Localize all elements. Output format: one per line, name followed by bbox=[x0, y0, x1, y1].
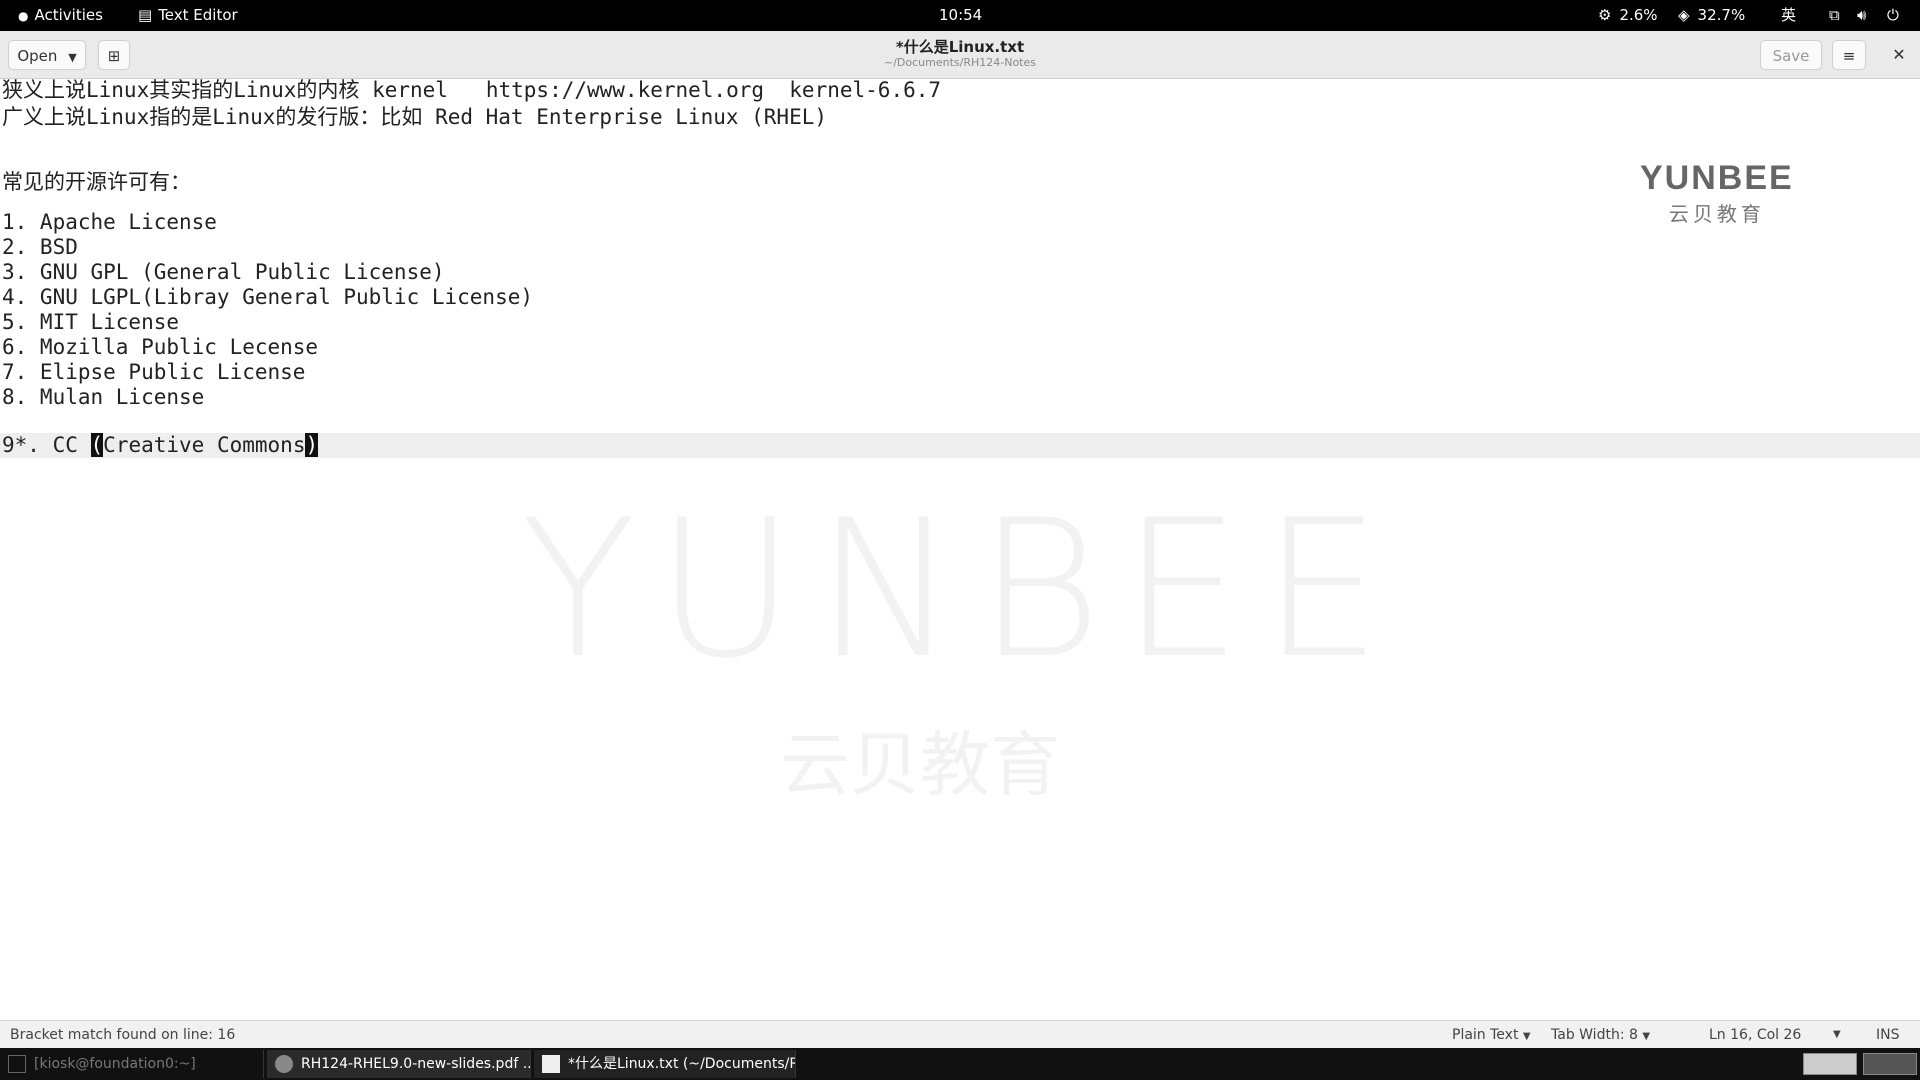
cpu-indicator[interactable]: ⚙ 2.6% bbox=[1598, 0, 1658, 31]
editor-line: 广义上说Linux指的是Linux的发行版：比如 Red Hat Enterpr… bbox=[2, 105, 828, 129]
line-middle: Creative Commons bbox=[103, 433, 306, 457]
save-button[interactable]: Save bbox=[1760, 40, 1822, 70]
document-title: *什么是Linux.txt bbox=[895, 38, 1025, 56]
task-label: RH124-RHEL9.0-new-slides.pdf ... bbox=[301, 1056, 531, 1072]
document-path: ~/Documents/RH124-Notes bbox=[884, 56, 1036, 69]
activities-button[interactable]: ● Activities bbox=[18, 0, 103, 31]
terminal-icon bbox=[8, 1055, 26, 1073]
close-icon: ✕ bbox=[1892, 45, 1906, 64]
activities-label: Activities bbox=[34, 6, 103, 24]
status-message: Bracket match found on line: 16 bbox=[10, 1027, 236, 1043]
memory-value: 32.7% bbox=[1697, 6, 1746, 24]
network-icon[interactable]: ⧉ bbox=[1829, 0, 1840, 31]
volume-icon[interactable]: 🔊︎ bbox=[1857, 0, 1866, 31]
open-button[interactable]: Open ▼ bbox=[8, 40, 86, 70]
editor-line: 8. Mulan License bbox=[2, 385, 205, 409]
close-button[interactable]: ✕ bbox=[1884, 40, 1914, 70]
chevron-down-icon: ▼ bbox=[1522, 1031, 1531, 1042]
editor-line: 3. GNU GPL (General Public License) bbox=[2, 260, 445, 284]
memory-icon: ◈ bbox=[1678, 6, 1690, 24]
watermark-cn-text: 云贝教育 bbox=[780, 724, 1060, 806]
task-label: *什么是Linux.txt (~/Documents/R... bbox=[568, 1056, 796, 1072]
chevron-down-icon: ▼ bbox=[68, 51, 77, 64]
editor-line: 1. Apache License bbox=[2, 210, 217, 234]
header-bar: Open ▼ ⊞ *什么是Linux.txt ~/Documents/RH124… bbox=[0, 31, 1920, 79]
language-selector[interactable]: Plain Text ▼ bbox=[1452, 1021, 1531, 1051]
taskbar: [kiosk@foundation0:~] RH124-RHEL9.0-new-… bbox=[0, 1048, 1920, 1080]
editor-line: 5. MIT License bbox=[2, 310, 180, 334]
editor-line: 狭义上说Linux其实指的Linux的内核 kernel https://www… bbox=[2, 78, 942, 102]
taskbar-item-pdf[interactable]: RH124-RHEL9.0-new-slides.pdf ... bbox=[267, 1050, 531, 1078]
activities-icon: ● bbox=[18, 9, 29, 23]
power-icon[interactable]: ⏻ bbox=[1887, 0, 1899, 31]
new-tab-icon: ⊞ bbox=[107, 47, 121, 65]
memory-indicator[interactable]: ◈ 32.7% bbox=[1678, 0, 1745, 31]
workspace-1[interactable] bbox=[1803, 1053, 1857, 1075]
window-title: *什么是Linux.txt ~/Documents/RH124-Notes bbox=[760, 38, 1160, 70]
editor-line: 常见的开源许可有： bbox=[2, 170, 191, 194]
text-editor-area[interactable]: YUNBEE 云贝教育 YUNBEE 云贝教育 狭义上说Linux其实指的Lin… bbox=[0, 78, 1920, 1019]
editor-line: 2. BSD bbox=[2, 235, 78, 259]
editor-line: 4. GNU LGPL(Libray General Public Licens… bbox=[2, 285, 534, 309]
status-bar: Bracket match found on line: 16 Plain Te… bbox=[0, 1020, 1920, 1049]
open-label: Open bbox=[17, 47, 58, 65]
cursor-position-label: Ln 16, Col 26 bbox=[1709, 1027, 1802, 1043]
cpu-icon: ⚙ bbox=[1598, 6, 1612, 24]
top-bar: ● Activities ▤ Text Editor 10:54 ⚙ 2.6% ◈ 32… bbox=[0, 0, 1920, 31]
cursor-position[interactable]: Ln 16, Col 26 bbox=[1709, 1021, 1801, 1049]
app-name: Text Editor bbox=[158, 6, 238, 24]
taskbar-item-terminal[interactable]: [kiosk@foundation0:~] bbox=[0, 1050, 264, 1078]
app-menu[interactable]: ▤ Text Editor bbox=[138, 0, 238, 31]
logo-cn: 云贝教育 bbox=[1668, 202, 1765, 226]
watermark-text: YUNBEE bbox=[520, 479, 1402, 700]
main-menu-button[interactable]: ≡ bbox=[1832, 40, 1866, 70]
task-label: [kiosk@foundation0:~] bbox=[34, 1056, 196, 1072]
taskbar-item-text-editor[interactable]: *什么是Linux.txt (~/Documents/R... bbox=[534, 1050, 796, 1078]
input-method-indicator[interactable]: 英 bbox=[1781, 0, 1796, 31]
current-editor-line: 9*. CC (Creative Commons) bbox=[2, 433, 319, 458]
clock[interactable]: 10:54 bbox=[939, 0, 982, 31]
chevron-down-icon: ▼ bbox=[1642, 1031, 1651, 1042]
chevron-down-icon[interactable]: ▼ bbox=[1833, 1021, 1841, 1049]
editor-line: 6. Mozilla Public Lecense bbox=[2, 335, 319, 359]
workspace-2[interactable] bbox=[1863, 1053, 1917, 1075]
new-tab-button[interactable]: ⊞ bbox=[98, 40, 130, 70]
text-editor-icon bbox=[542, 1055, 560, 1073]
hamburger-icon: ≡ bbox=[1842, 47, 1856, 65]
tab-width-selector[interactable]: Tab Width: 8 ▼ bbox=[1551, 1021, 1650, 1051]
editor-line: 7. Elipse Public License bbox=[2, 360, 306, 384]
text-editor-icon: ▤ bbox=[138, 6, 153, 24]
cpu-value: 2.6% bbox=[1619, 6, 1658, 24]
language-label: Plain Text bbox=[1452, 1027, 1519, 1043]
tab-width-label: Tab Width: 8 bbox=[1551, 1027, 1638, 1043]
logo-en: YUNBEE bbox=[1640, 159, 1794, 197]
yunbee-logo: YUNBEE 云贝教育 bbox=[1640, 159, 1794, 227]
matched-bracket-close: ) bbox=[305, 433, 319, 457]
matched-bracket-open: ( bbox=[90, 433, 104, 457]
insert-mode[interactable]: INS bbox=[1876, 1021, 1900, 1049]
pdf-viewer-icon bbox=[275, 1055, 293, 1073]
line-prefix: 9*. CC bbox=[2, 433, 91, 457]
